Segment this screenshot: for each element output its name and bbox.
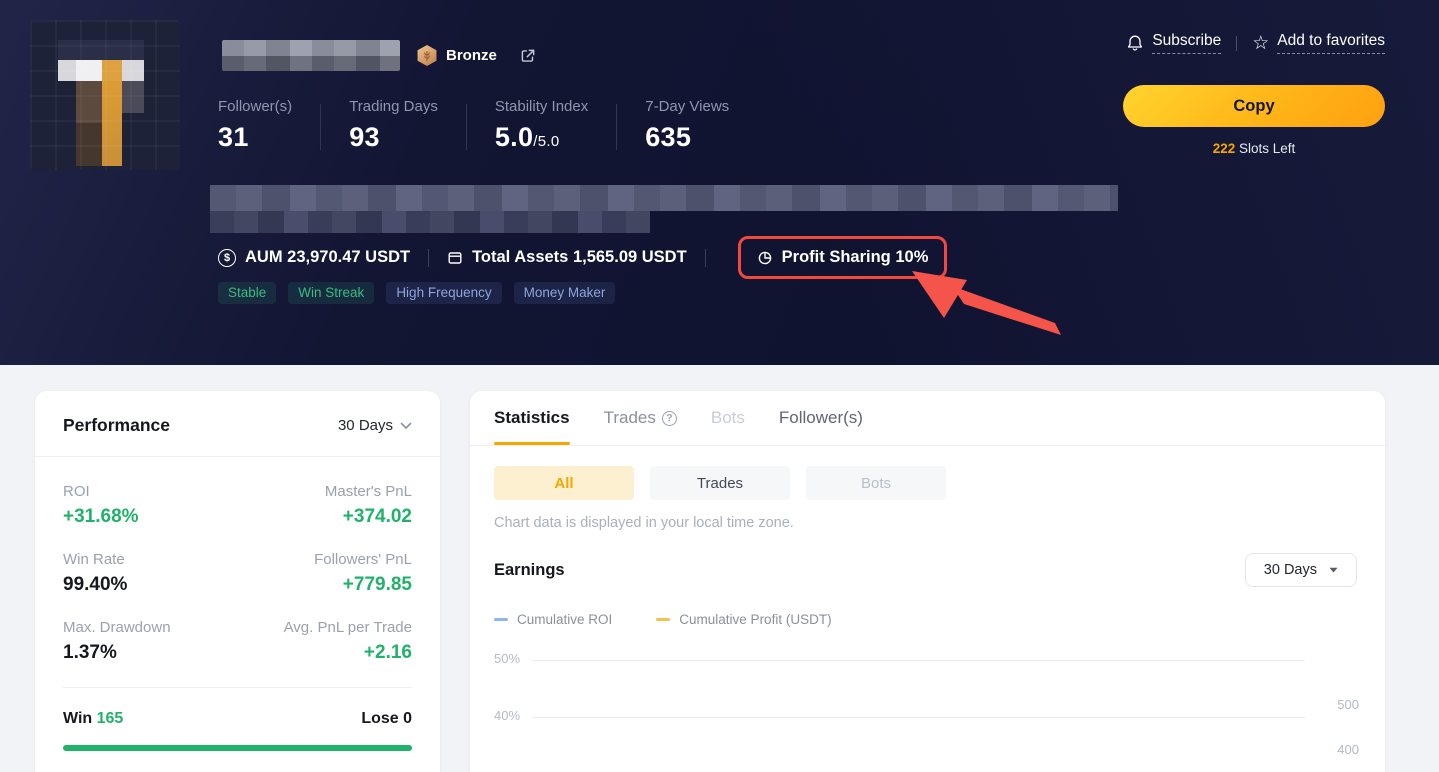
timezone-note: Chart data is displayed in your local ti…	[470, 500, 1385, 531]
tag-high-frequency: High Frequency	[386, 282, 501, 304]
divider	[1236, 36, 1237, 51]
tab-trades[interactable]: Trades ?	[604, 391, 677, 445]
statistics-tabs: Statistics Trades ? Bots Follower(s)	[470, 391, 1385, 446]
metric-masters-pnl: Master's PnL +374.02	[325, 483, 412, 528]
tier-badge: Bronze	[416, 45, 497, 67]
avatar-pixelation	[30, 20, 180, 170]
divider	[705, 249, 706, 267]
tab-followers[interactable]: Follower(s)	[779, 391, 863, 445]
filter-trades[interactable]: Trades	[650, 466, 790, 500]
account-metrics-row: $ AUM 23,970.47 USDT Total Assets 1,565.…	[218, 236, 947, 279]
profit-sharing-highlight-box: Profit Sharing 10%	[738, 236, 948, 279]
profit-sharing-metric: Profit Sharing 10%	[757, 248, 929, 267]
trader-name-row: Bronze	[222, 40, 537, 71]
performance-title: Performance	[63, 415, 170, 436]
header-action-links: Subscribe ☆ Add to favorites	[1126, 32, 1385, 54]
filter-bots[interactable]: Bots	[806, 466, 946, 500]
statistics-filters: All Trades Bots	[470, 446, 1385, 500]
pie-chart-icon	[757, 250, 773, 266]
copy-button[interactable]: Copy	[1123, 85, 1385, 127]
stat-followers: Follower(s) 31	[218, 98, 292, 153]
aum-metric: $ AUM 23,970.47 USDT	[218, 248, 410, 267]
chart-legend: Cumulative ROI Cumulative Profit (USDT)	[470, 587, 1385, 627]
subscribe-link[interactable]: Subscribe	[1126, 32, 1221, 54]
bronze-medal-icon	[416, 45, 438, 67]
metric-max-drawdown: Max. Drawdown 1.37%	[63, 619, 171, 664]
bell-icon	[1126, 34, 1144, 52]
tab-statistics[interactable]: Statistics	[494, 391, 570, 445]
legend-cumulative-profit[interactable]: Cumulative Profit (USDT)	[656, 612, 831, 627]
metric-avg-pnl: Avg. PnL per Trade +2.16	[284, 619, 412, 664]
add-to-favorites-link[interactable]: ☆ Add to favorites	[1252, 32, 1385, 54]
divider	[466, 104, 467, 150]
main-content: Performance 30 Days ROI +31.68% Master's…	[0, 365, 1439, 772]
tag-stable: Stable	[218, 282, 276, 304]
earnings-chart: 50% 500 40% 400	[494, 651, 1361, 772]
slots-left-text: 222 Slots Left	[1123, 141, 1385, 156]
win-count: Win 165	[63, 710, 123, 728]
gridline	[532, 717, 1305, 718]
earnings-header-row: Earnings 30 Days	[470, 531, 1385, 587]
trader-name-blurred	[222, 40, 400, 71]
earnings-title: Earnings	[494, 561, 565, 580]
roi-line-swatch	[494, 618, 508, 621]
trader-description-blurred-line2	[210, 211, 650, 233]
win-lose-row: Win 165 Lose 0	[63, 710, 412, 728]
tab-bots[interactable]: Bots	[711, 391, 745, 445]
stat-stability-index: Stability Index 5.0/5.0	[495, 98, 588, 153]
performance-range-dropdown[interactable]: 30 Days	[338, 417, 412, 434]
right-axis-tick-500: 500	[1337, 697, 1359, 712]
divider	[63, 687, 412, 688]
trader-description-blurred-line1	[210, 185, 1118, 211]
question-circle-icon: ?	[662, 411, 677, 426]
metrics-row-2: Win Rate 99.40% Followers' PnL +779.85	[63, 551, 412, 596]
lose-count: Lose 0	[361, 710, 412, 728]
avatar	[30, 20, 180, 170]
performance-card: Performance 30 Days ROI +31.68% Master's…	[35, 391, 440, 772]
chevron-down-icon	[1329, 567, 1338, 573]
statistics-card: Statistics Trades ? Bots Follower(s) All…	[470, 391, 1385, 772]
right-axis-tick-400: 400	[1337, 742, 1359, 757]
legend-cumulative-roi[interactable]: Cumulative ROI	[494, 612, 612, 627]
star-icon: ☆	[1252, 34, 1269, 53]
tag-money-maker: Money Maker	[514, 282, 616, 304]
total-assets-metric: Total Assets 1,565.09 USDT	[447, 248, 687, 267]
chevron-down-icon	[400, 422, 412, 430]
gridline	[532, 660, 1305, 661]
left-axis-tick-50: 50%	[494, 651, 520, 666]
metrics-row-1: ROI +31.68% Master's PnL +374.02	[63, 483, 412, 528]
win-rate-bar	[63, 745, 412, 751]
stat-7day-views: 7-Day Views 635	[645, 98, 729, 153]
filter-all[interactable]: All	[494, 466, 634, 500]
metric-roi: ROI +31.68%	[63, 483, 139, 528]
metric-followers-pnl: Followers' PnL +779.85	[314, 551, 412, 596]
assets-card-icon	[447, 250, 463, 266]
divider	[616, 104, 617, 150]
performance-metrics: ROI +31.68% Master's PnL +374.02 Win Rat…	[35, 457, 440, 751]
slots-count: 222	[1213, 141, 1236, 156]
tag-win-streak: Win Streak	[288, 282, 374, 304]
chart-range-dropdown[interactable]: 30 Days	[1245, 553, 1357, 587]
divider	[428, 249, 429, 267]
performance-card-header: Performance 30 Days	[35, 391, 440, 457]
external-link-icon[interactable]	[519, 47, 537, 65]
metrics-row-3: Max. Drawdown 1.37% Avg. PnL per Trade +…	[63, 619, 412, 664]
tier-badge-label: Bronze	[446, 47, 497, 64]
metric-win-rate: Win Rate 99.40%	[63, 551, 127, 596]
trader-profile-header: Bronze Follower(s) 31 Trading Days 93 St…	[0, 0, 1439, 365]
dollar-circle-icon: $	[218, 249, 236, 267]
stat-trading-days: Trading Days 93	[349, 98, 438, 153]
profit-line-swatch	[656, 618, 670, 621]
trader-tags-row: Stable Win Streak High Frequency Money M…	[218, 282, 615, 304]
header-stats-row: Follower(s) 31 Trading Days 93 Stability…	[218, 98, 729, 153]
left-axis-tick-40: 40%	[494, 708, 520, 723]
divider	[320, 104, 321, 150]
